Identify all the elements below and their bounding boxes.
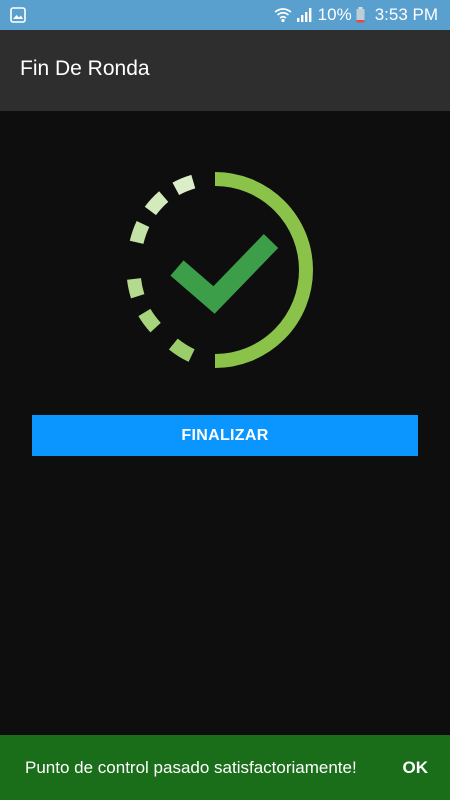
wifi-icon bbox=[274, 7, 292, 23]
battery-percent: 10% bbox=[317, 5, 352, 24]
page-title: Fin De Ronda bbox=[20, 57, 150, 80]
battery-icon bbox=[356, 7, 365, 23]
finalizar-button[interactable]: FINALIZAR bbox=[32, 415, 418, 456]
screen: 10% 3:53 PM Fin De Ronda FINALIZAR Punto… bbox=[0, 0, 450, 800]
app-bar: Fin De Ronda bbox=[0, 30, 450, 111]
status-indicators: 10% 3:53 PM bbox=[274, 0, 438, 30]
checkmark-progress-icon bbox=[120, 165, 330, 375]
snackbar-message: Punto de control pasado satisfactoriamen… bbox=[25, 758, 357, 777]
signal-icon bbox=[296, 7, 312, 23]
clock: 3:53 PM bbox=[374, 5, 438, 24]
snackbar: Punto de control pasado satisfactoriamen… bbox=[0, 735, 450, 800]
snackbar-ok-button[interactable]: OK bbox=[403, 758, 429, 778]
image-icon bbox=[10, 7, 26, 23]
status-bar: 10% 3:53 PM bbox=[0, 0, 450, 30]
